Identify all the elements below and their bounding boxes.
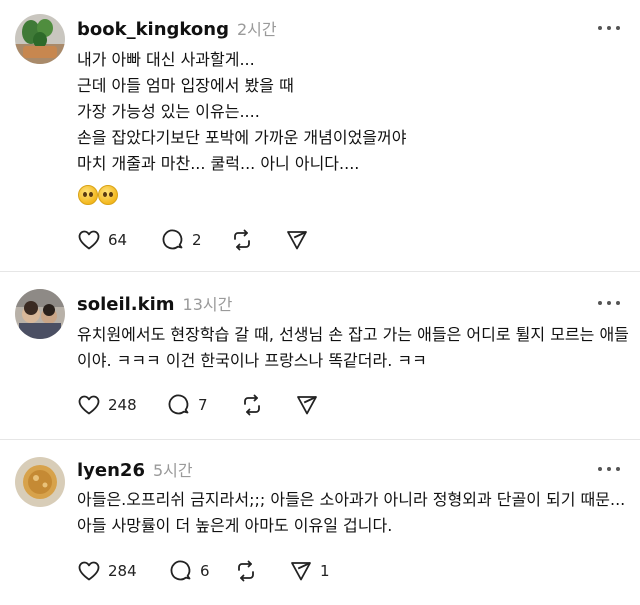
post-text-line: 가장 가능성 있는 이유는.... bbox=[77, 102, 260, 121]
timestamp: 13시간 bbox=[182, 295, 233, 314]
share-icon bbox=[287, 231, 307, 250]
repost-button[interactable] bbox=[230, 227, 254, 253]
avatar[interactable] bbox=[15, 14, 65, 64]
share-button[interactable] bbox=[295, 392, 319, 418]
heart-icon bbox=[78, 230, 100, 250]
heart-icon bbox=[78, 561, 100, 581]
repost-icon bbox=[234, 229, 250, 251]
repost-button[interactable] bbox=[234, 558, 258, 584]
share-button[interactable]: 1 bbox=[289, 558, 330, 584]
post-header: lyen26 5시간 bbox=[77, 457, 193, 481]
divider bbox=[0, 271, 640, 272]
post-text-line: 근데 아들 엄마 입장에서 봤을 때 bbox=[77, 76, 294, 95]
post-text-line: 손을 잡았다기보단 포박에 가까운 개념이었을꺼야 bbox=[77, 128, 407, 147]
like-count: 248 bbox=[108, 396, 137, 414]
share-button[interactable] bbox=[285, 227, 309, 253]
comment-count: 6 bbox=[200, 562, 210, 580]
comment-icon bbox=[162, 229, 183, 250]
timestamp: 2시간 bbox=[236, 20, 277, 39]
divider bbox=[0, 439, 640, 440]
post-header: book_kingkong 2시간 bbox=[77, 16, 277, 40]
like-button[interactable]: 248 bbox=[77, 392, 137, 418]
avatar[interactable] bbox=[15, 457, 65, 507]
repost-button[interactable] bbox=[240, 392, 264, 418]
username[interactable]: book_kingkong bbox=[77, 19, 229, 40]
avatar[interactable] bbox=[15, 289, 65, 339]
more-icon[interactable] bbox=[598, 299, 620, 309]
post-header: soleil.kim 13시간 bbox=[77, 291, 232, 315]
post-text-line: 마치 개줄과 마찬... 쿨럭... 아니 아니다.... bbox=[77, 154, 360, 173]
timestamp: 5시간 bbox=[152, 461, 193, 480]
more-icon[interactable] bbox=[598, 24, 620, 34]
like-count: 284 bbox=[108, 562, 137, 580]
action-bar: 64 2 bbox=[77, 227, 477, 253]
comment-button[interactable]: 7 bbox=[167, 392, 208, 418]
share-count: 1 bbox=[320, 562, 330, 580]
like-button[interactable]: 64 bbox=[77, 227, 127, 253]
comment-icon bbox=[168, 394, 189, 415]
share-icon bbox=[291, 562, 311, 581]
pleading-face-emoji bbox=[78, 185, 98, 205]
repost-icon bbox=[244, 394, 260, 416]
comment-icon bbox=[170, 560, 191, 581]
comment-button[interactable]: 6 bbox=[169, 558, 210, 584]
post-text-line: 내가 아빠 대신 사과할게... bbox=[77, 50, 255, 69]
comment-button[interactable]: 2 bbox=[161, 227, 202, 253]
more-icon[interactable] bbox=[598, 465, 620, 475]
repost-icon bbox=[238, 560, 254, 582]
action-bar: 248 7 bbox=[77, 392, 477, 418]
post-text: 유치원에서도 현장학습 갈 때, 선생님 손 잡고 가는 애들은 어디로 튈지 … bbox=[77, 325, 629, 370]
like-count: 64 bbox=[108, 231, 128, 249]
heart-icon bbox=[78, 395, 100, 415]
comment-count: 7 bbox=[198, 396, 208, 414]
username[interactable]: lyen26 bbox=[77, 460, 145, 481]
post-text: 내가 아빠 대신 사과할게... 근데 아들 엄마 입장에서 봤을 때 가장 가… bbox=[77, 47, 406, 177]
share-icon bbox=[297, 396, 317, 415]
like-button[interactable]: 284 bbox=[77, 558, 137, 584]
comment-count: 2 bbox=[192, 231, 202, 249]
action-bar: 284 6 1 bbox=[77, 558, 477, 584]
post-text: 아들은.오프리쉬 금지라서;;; 아들은 소아과가 아니라 정형외과 단골이 되… bbox=[77, 490, 626, 535]
username[interactable]: soleil.kim bbox=[77, 294, 175, 315]
pleading-face-emoji bbox=[98, 185, 118, 205]
